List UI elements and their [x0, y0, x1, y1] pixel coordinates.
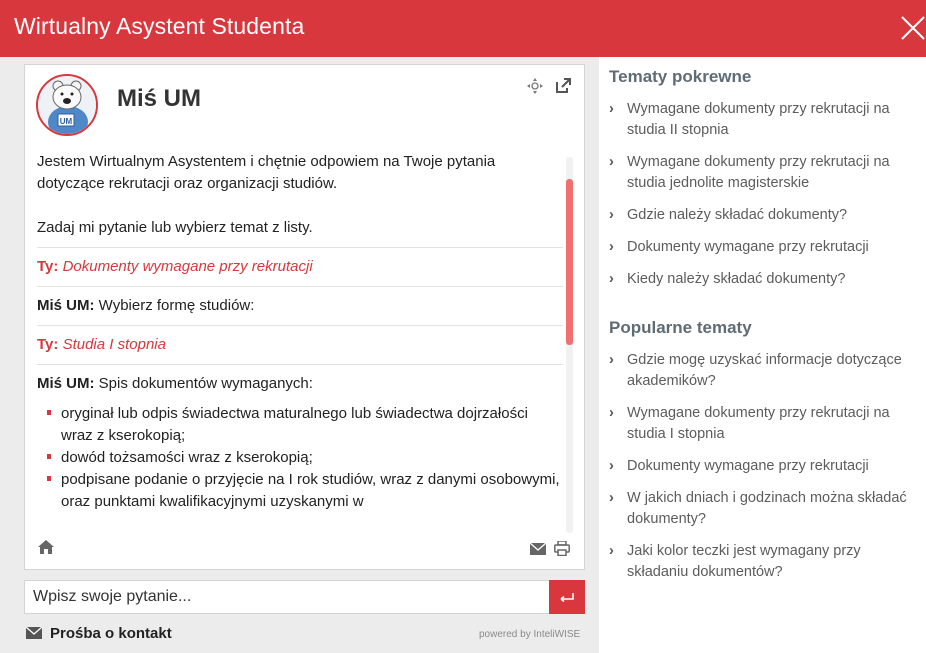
related-topic-link[interactable]: Kiedy należy składać dokumenty? [609, 269, 925, 290]
popular-topics-title: Popularne tematy [609, 318, 752, 337]
list-item: dowód tożsamości wraz z kserokopią; [47, 447, 563, 469]
bot-message: Miś UM: Spis dokumentów wymaganych: [37, 373, 563, 395]
popular-topic-link[interactable]: W jakich dniach i godzinach można składa… [609, 488, 925, 530]
message-text: Wybierz formę studiów: [98, 297, 255, 314]
user-message: Ty: Dokumenty wymagane przy rekrutacji [37, 256, 563, 278]
question-input[interactable] [25, 581, 561, 613]
divider [37, 364, 563, 365]
popular-topic-link[interactable]: Jaki kolor teczki jest wymagany przy skł… [609, 541, 925, 583]
window-title: Wirtualny Asystent Studenta [14, 13, 305, 39]
message-list[interactable]: Jestem Wirtualnym Asystentem i chętnie o… [37, 151, 563, 531]
popout-icon[interactable] [554, 77, 572, 95]
message-text: Spis dokumentów wymaganych: [98, 375, 313, 392]
related-topic-link[interactable]: Wymagane dokumenty przy rekrutacji na st… [609, 152, 925, 194]
send-icon [560, 593, 574, 603]
send-button[interactable] [549, 580, 585, 614]
intro-message: Jestem Wirtualnym Asystentem i chętnie o… [37, 153, 496, 192]
chat-header-icons [526, 77, 572, 95]
related-topic-link[interactable]: Dokumenty wymagane przy rekrutacji [609, 237, 925, 258]
chat-window: UM Miś UM Jestem Wirtualnym Asystentem i… [24, 64, 585, 570]
scrollbar[interactable] [566, 157, 573, 533]
bot-message: Miś UM: Wybierz formę studiów: [37, 295, 563, 317]
bear-avatar: UM [36, 74, 98, 136]
related-topic-link[interactable]: Wymagane dokumenty przy rekrutacji na st… [609, 99, 925, 141]
question-input-box [24, 580, 585, 614]
user-message: Ty: Studia I stopnia [37, 334, 563, 356]
avatar-text: UM [60, 117, 73, 126]
popular-topic-link[interactable]: Dokumenty wymagane przy rekrutacji [609, 456, 925, 477]
sender-label: Miś UM: [37, 375, 95, 392]
sender-label: Miś UM: [37, 297, 95, 314]
scrollbar-thumb[interactable] [566, 179, 573, 345]
divider [37, 325, 563, 326]
print-icon[interactable] [554, 541, 570, 556]
intro-message-2: Zadaj mi pytanie lub wybierz temat z lis… [37, 219, 313, 236]
mail-icon [26, 627, 42, 639]
divider [37, 286, 563, 287]
divider [37, 247, 563, 248]
related-topics-title: Tematy pokrewne [609, 67, 752, 86]
close-icon[interactable] [900, 15, 926, 41]
document-list: oryginał lub odpis świadectwa maturalneg… [37, 403, 563, 513]
popular-topic-link[interactable]: Gdzie mogę uzyskać informacje dotyczące … [609, 350, 925, 392]
popular-topic-link[interactable]: Wymagane dokumenty przy rekrutacji na st… [609, 403, 925, 445]
topics-sidebar: Tematy pokrewne Wymagane dokumenty przy … [609, 67, 925, 594]
list-item: oryginał lub odpis świadectwa maturalneg… [47, 403, 563, 447]
sender-label: Ty: [37, 336, 59, 353]
title-bar: Wirtualny Asystent Studenta [0, 0, 926, 57]
mail-icon[interactable] [530, 543, 546, 555]
sender-label: Ty: [37, 258, 59, 275]
related-topic-link[interactable]: Gdzie należy składać dokumenty? [609, 205, 925, 226]
list-item: podpisane podanie o przyjęcie na I rok s… [47, 469, 563, 513]
message-text: Studia I stopnia [62, 336, 166, 353]
powered-by: powered by InteliWISE [479, 629, 581, 640]
move-icon[interactable] [526, 77, 544, 95]
home-icon[interactable] [37, 539, 55, 555]
message-text: Dokumenty wymagane przy rekrutacji [62, 258, 313, 275]
contact-request-link[interactable]: Prośba o kontakt [26, 625, 172, 642]
contact-label: Prośba o kontakt [50, 625, 172, 642]
bot-name: Miś UM [117, 85, 201, 112]
